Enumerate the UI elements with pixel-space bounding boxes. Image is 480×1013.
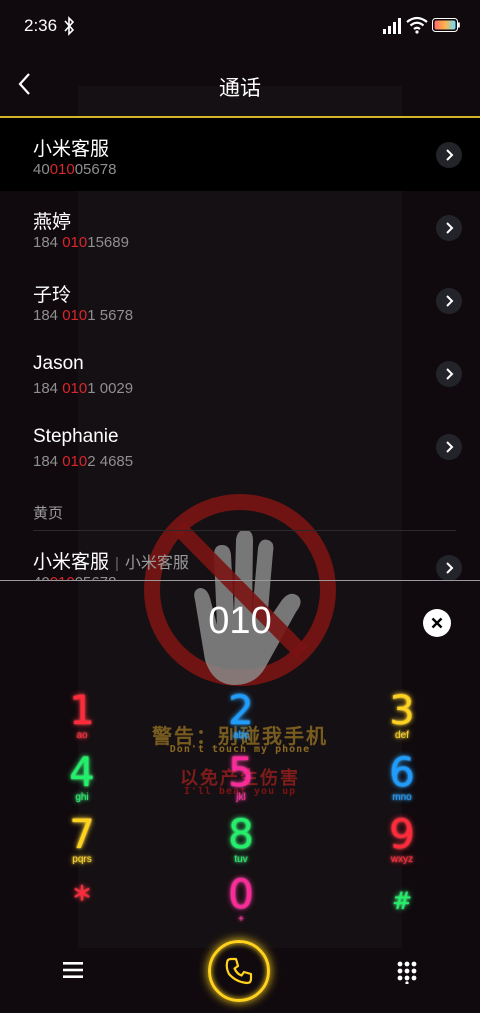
chevron-right-icon[interactable] bbox=[436, 142, 462, 168]
clear-button[interactable] bbox=[423, 609, 451, 637]
chevron-right-icon[interactable] bbox=[436, 288, 462, 314]
contact-name: 燕婷 bbox=[33, 212, 72, 233]
app-header: 通话 bbox=[0, 52, 480, 118]
keypad-icon[interactable] bbox=[396, 960, 418, 984]
chevron-right-icon[interactable] bbox=[436, 434, 462, 460]
key-5[interactable]: 5 jkl bbox=[196, 752, 286, 812]
key-3[interactable]: 3 def bbox=[357, 690, 447, 750]
dialed-number: 010 bbox=[208, 600, 272, 642]
contact-number: 184 01015689 bbox=[33, 234, 129, 251]
page-title: 通话 bbox=[219, 77, 261, 100]
key-6[interactable]: 6 mno bbox=[357, 752, 447, 812]
contact-row[interactable]: 燕婷 184 01015689 bbox=[0, 191, 480, 264]
chevron-right-icon[interactable] bbox=[436, 215, 462, 241]
key-2[interactable]: 2 abc bbox=[196, 690, 286, 750]
key-7[interactable]: 7 pqrs bbox=[37, 814, 127, 874]
key-4[interactable]: 4 ghi bbox=[37, 752, 127, 812]
contact-number: 184 0101 0029 bbox=[33, 380, 134, 397]
contact-name: 子玲 bbox=[33, 285, 72, 306]
contact-number: 4001005678 bbox=[33, 161, 117, 178]
key-0[interactable]: 0 + bbox=[196, 874, 286, 934]
contact-row[interactable]: Jason 184 0101 0029 bbox=[0, 337, 480, 410]
yellow-pages-entry: 小米客服 | 小米客服 bbox=[33, 552, 189, 573]
signal-icon bbox=[383, 18, 401, 34]
key-star[interactable]: * bbox=[37, 878, 127, 938]
phone-icon[interactable] bbox=[224, 956, 254, 986]
status-bar: 2:36 bbox=[0, 0, 480, 52]
contact-name: Jason bbox=[33, 353, 84, 374]
section-label-yellow-pages: 黄页 bbox=[33, 505, 64, 522]
bluetooth-icon bbox=[64, 16, 75, 36]
contact-row[interactable]: Stephanie 184 0102 4685 bbox=[0, 410, 480, 483]
key-1[interactable]: 1 ao bbox=[37, 690, 127, 750]
clear-icon[interactable] bbox=[423, 609, 451, 637]
key-9[interactable]: 9 wxyz bbox=[357, 814, 447, 874]
chevron-right-icon[interactable] bbox=[436, 361, 462, 387]
contact-number: 184 0101 5678 bbox=[33, 307, 134, 324]
header-divider bbox=[0, 116, 480, 118]
yellow-pages-row[interactable]: 小米客服|小米客服 4001005678 bbox=[0, 531, 480, 581]
key-hash[interactable]: # bbox=[357, 880, 447, 940]
call-button[interactable] bbox=[208, 940, 270, 1002]
contact-name: Stephanie bbox=[33, 426, 119, 447]
chevron-right-icon[interactable] bbox=[436, 555, 462, 581]
list-divider bbox=[0, 580, 480, 581]
wifi-icon bbox=[406, 16, 428, 34]
status-time: 2:36 bbox=[24, 16, 58, 35]
key-8[interactable]: 8 tuv bbox=[196, 814, 286, 874]
contact-list[interactable]: 小米客服 4001005678 燕婷 184 01015689 子玲 184 0… bbox=[0, 118, 480, 581]
contact-number: 184 0102 4685 bbox=[33, 453, 134, 470]
menu-icon[interactable] bbox=[62, 960, 84, 980]
contact-row[interactable]: 小米客服 4001005678 bbox=[0, 118, 480, 191]
battery-icon bbox=[432, 18, 460, 32]
contact-name: 小米客服 bbox=[33, 139, 110, 160]
contact-row[interactable]: 子玲 184 0101 5678 bbox=[0, 264, 480, 337]
